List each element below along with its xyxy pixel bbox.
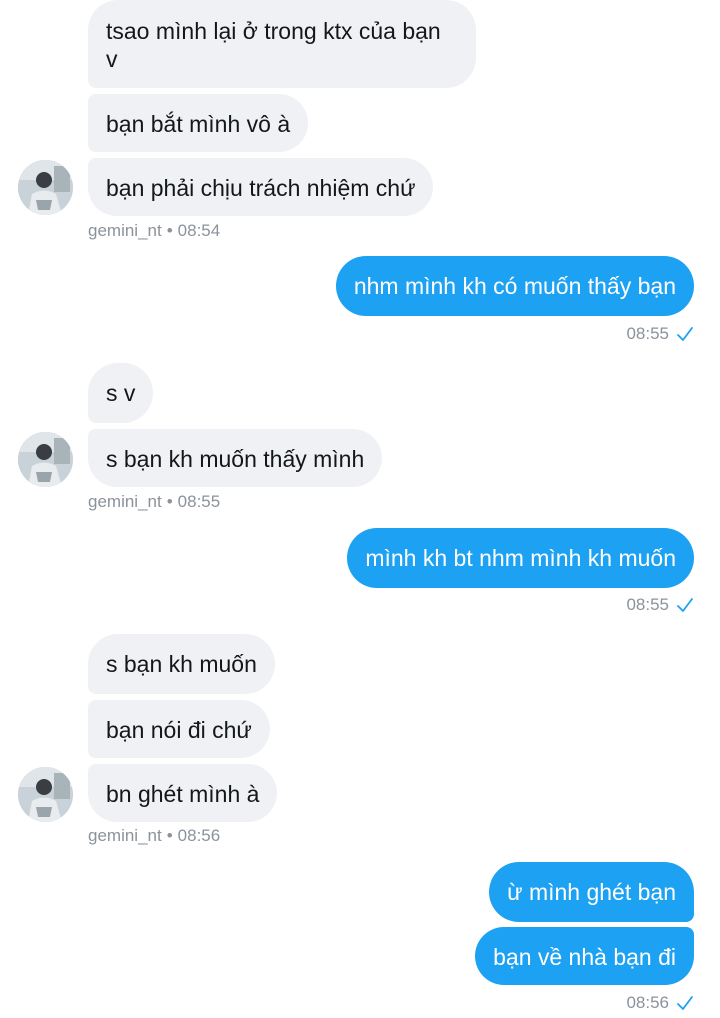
message-text: mình kh bt nhm mình kh muốn [365, 545, 676, 571]
message-meta: gemini_nt • 08:54 [88, 221, 220, 241]
message-text: bạn nói đi chứ [106, 717, 252, 743]
sender-name: gemini_nt [88, 826, 162, 845]
message-text: bn ghét mình à [106, 781, 260, 807]
message-meta: 08:55 [626, 324, 694, 344]
message-text: bạn phải chịu trách nhiệm chứ [106, 175, 416, 201]
separator-dot: • [166, 221, 173, 240]
incoming-message-bubble[interactable]: bạn phải chịu trách nhiệm chứ [88, 158, 434, 216]
incoming-message-bubble[interactable]: s bạn kh muốn [88, 634, 275, 694]
message-text: bạn bắt mình vô à [106, 111, 291, 137]
timestamp: 08:55 [177, 492, 221, 511]
incoming-message-bubble[interactable]: tsao mình lại ở trong ktx của bạn v [88, 0, 476, 88]
user-avatar[interactable] [18, 160, 73, 215]
message-text: tsao mình lại ở trong ktx của bạn v [106, 18, 441, 72]
timestamp: 08:55 [626, 324, 669, 343]
incoming-message-bubble[interactable]: bạn nói đi chứ [88, 700, 270, 758]
checkmark-icon [677, 598, 693, 612]
message-text: s bạn kh muốn [106, 651, 257, 677]
user-avatar[interactable] [18, 432, 73, 487]
message-meta: gemini_nt • 08:55 [88, 492, 220, 512]
separator-dot: • [166, 492, 173, 511]
sender-name: gemini_nt [88, 221, 162, 240]
timestamp: 08:56 [626, 993, 669, 1012]
message-text: ừ mình ghét bạn [507, 879, 676, 905]
outgoing-message-bubble[interactable]: ừ mình ghét bạn [489, 862, 694, 922]
message-meta: gemini_nt • 08:56 [88, 826, 220, 846]
user-avatar[interactable] [18, 767, 73, 822]
separator-dot: • [166, 826, 173, 845]
message-text: bạn về nhà bạn đi [493, 944, 676, 970]
timestamp: 08:55 [626, 595, 669, 614]
incoming-message-bubble[interactable]: s v [88, 363, 154, 423]
checkmark-icon [677, 996, 693, 1010]
incoming-message-bubble[interactable]: bn ghét mình à [88, 764, 278, 822]
message-text: s bạn kh muốn thấy mình [106, 446, 365, 472]
outgoing-message-bubble[interactable]: mình kh bt nhm mình kh muốn [347, 528, 694, 588]
outgoing-message-bubble[interactable]: bạn về nhà bạn đi [475, 927, 694, 985]
timestamp: 08:54 [177, 221, 221, 240]
message-meta: 08:55 [626, 595, 694, 615]
incoming-message-bubble[interactable]: s bạn kh muốn thấy mình [88, 429, 383, 487]
outgoing-message-bubble[interactable]: nhm mình kh có muốn thấy bạn [335, 256, 694, 316]
incoming-message-bubble[interactable]: bạn bắt mình vô à [88, 94, 309, 152]
timestamp: 08:56 [177, 826, 221, 845]
checkmark-icon [677, 327, 693, 341]
message-meta: 08:56 [626, 993, 694, 1013]
message-text: s v [106, 380, 136, 406]
sender-name: gemini_nt [88, 492, 162, 511]
message-text: nhm mình kh có muốn thấy bạn [353, 273, 676, 299]
